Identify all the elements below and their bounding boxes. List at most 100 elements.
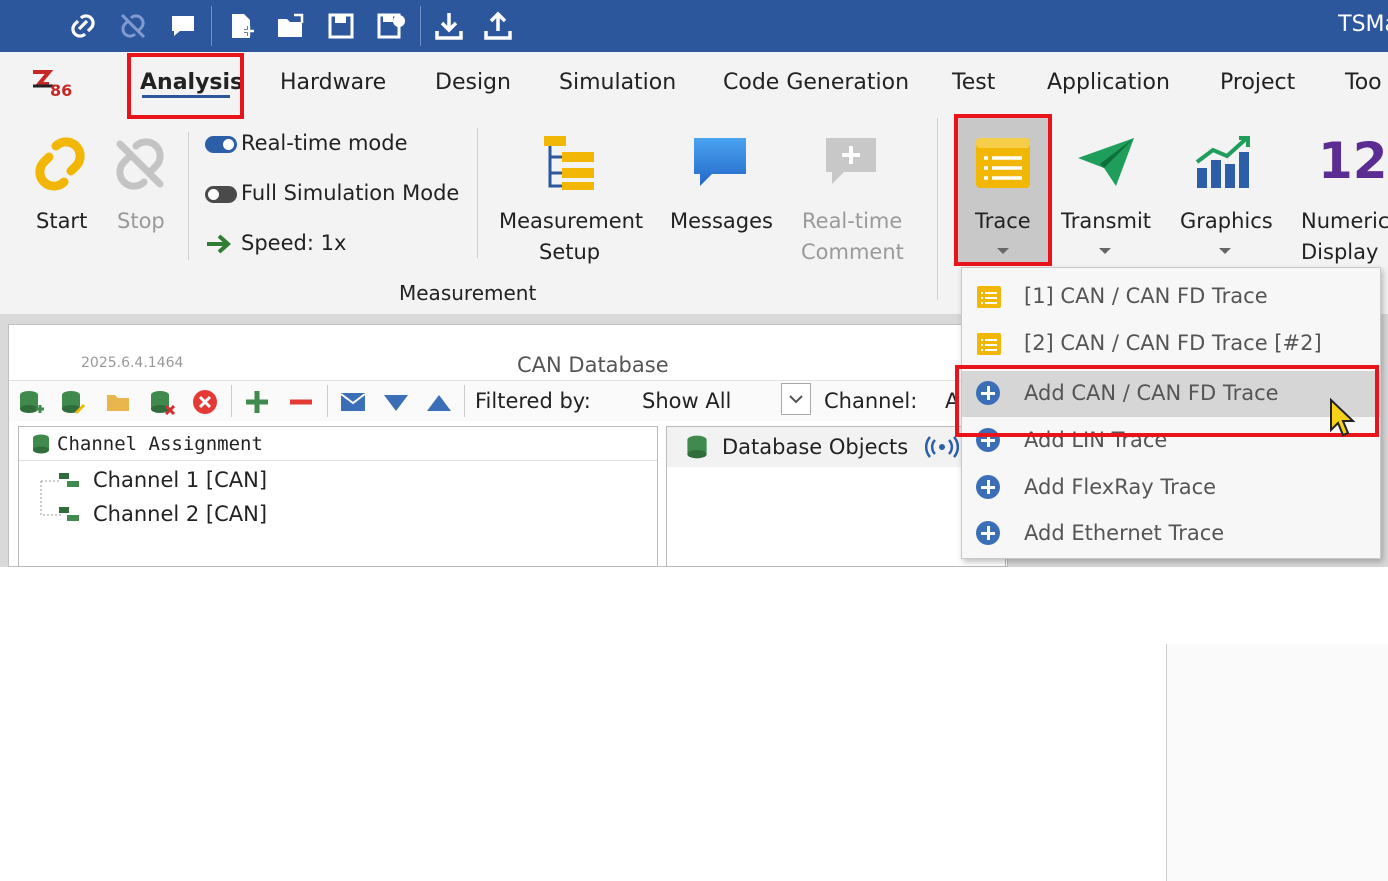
triangle-up-icon[interactable]	[426, 389, 452, 415]
link-icon[interactable]	[66, 9, 100, 43]
trace-list-icon	[977, 333, 1001, 355]
filter-select-value[interactable]: Show All	[642, 389, 731, 413]
ribbon-tabs: 86 Analysis Hardware Design Simulation C…	[0, 52, 1388, 116]
filtered-by-label: Filtered by:	[475, 389, 591, 413]
measurement-group-label: Measurement	[399, 281, 537, 305]
tab-test[interactable]: Test	[952, 70, 995, 95]
numeric-display-label-1: Numeric	[1301, 209, 1388, 233]
messages-label: Messages	[670, 209, 773, 233]
trace-button[interactable]: Trace	[958, 118, 1048, 264]
svg-text:86: 86	[50, 81, 72, 100]
triangle-down-icon[interactable]	[383, 389, 409, 415]
channel-2-label: Channel 2 [CAN]	[93, 502, 268, 526]
menu-item-add-lin-trace[interactable]: Add LIN Trace	[962, 418, 1380, 464]
messages-icon	[694, 138, 746, 186]
version-label: 2025.6.4.1464	[81, 355, 184, 371]
ribbon-separator	[937, 118, 938, 300]
menu-item-label: Add Ethernet Trace	[1024, 521, 1225, 545]
add-comment-icon	[826, 138, 876, 184]
envelope-icon[interactable]	[340, 389, 366, 415]
chevron-down-icon	[1219, 248, 1231, 254]
menu-item-can-trace-1[interactable]: [1] CAN / CAN FD Trace	[962, 274, 1380, 320]
tab-application[interactable]: Application	[1047, 70, 1170, 95]
tab-code-generation[interactable]: Code Generation	[723, 70, 909, 95]
tab-project[interactable]: Project	[1220, 70, 1295, 95]
graphics-label: Graphics	[1180, 209, 1273, 233]
folder-icon[interactable]	[105, 389, 131, 415]
numeric-display-icon: 12	[1318, 132, 1388, 190]
toggle-off-icon	[205, 186, 237, 203]
database-icon	[33, 434, 49, 454]
database-icon	[687, 435, 707, 459]
realtime-comment-label-2: Comment	[801, 240, 904, 264]
numeric-display-label-2: Display	[1301, 240, 1379, 264]
arrow-right-icon	[207, 234, 232, 254]
add-circle-icon	[976, 428, 1002, 454]
tab-tools[interactable]: Too	[1345, 70, 1382, 95]
tab-design[interactable]: Design	[435, 70, 511, 95]
add-database-icon[interactable]	[18, 389, 44, 415]
trace-icon	[976, 138, 1030, 188]
trace-label: Trace	[975, 209, 1031, 233]
menu-item-label: [2] CAN / CAN FD Trace [#2]	[1024, 331, 1322, 355]
channel-node-icon	[59, 473, 79, 487]
filter-dropdown-button[interactable]	[781, 383, 811, 415]
side-panel	[1166, 644, 1388, 881]
trace-list-icon	[977, 286, 1001, 308]
start-link-icon	[35, 137, 85, 191]
active-tab-indicator	[142, 95, 230, 98]
speed-label: Speed: 1x	[241, 231, 347, 255]
unlink-icon	[120, 13, 146, 39]
channel-1-label: Channel 1 [CAN]	[93, 468, 268, 492]
measurement-setup-label-1: Measurement	[499, 209, 644, 233]
toolbar-separator	[211, 6, 212, 46]
objects-tab-bar: Database Objects	[667, 427, 1005, 467]
mouse-cursor-icon	[1330, 398, 1356, 437]
minus-icon[interactable]	[288, 389, 314, 415]
new-file-icon[interactable]	[224, 9, 258, 43]
database-toolbar: Filtered by: Show All Channel: A	[9, 380, 1008, 421]
remove-database-icon[interactable]	[149, 389, 175, 415]
channel-assignment-panel: Channel Assignment Channel 1 [CAN] Chann…	[18, 426, 658, 567]
save-icon[interactable]	[324, 9, 358, 43]
window-title: CAN Database	[517, 353, 669, 377]
ribbon-separator	[477, 128, 478, 258]
upload-icon[interactable]	[481, 9, 515, 43]
app-title: TSMa	[1338, 12, 1388, 37]
menu-item-add-ethernet-trace[interactable]: Add Ethernet Trace	[962, 511, 1380, 557]
menu-item-add-can-trace[interactable]: Add CAN / CAN FD Trace	[962, 371, 1380, 417]
measurement-setup-icon	[544, 136, 594, 190]
channel-node-icon	[59, 507, 79, 521]
menu-item-can-trace-2[interactable]: [2] CAN / CAN FD Trace [#2]	[962, 321, 1380, 367]
broadcast-icon[interactable]	[925, 435, 959, 459]
edit-database-icon[interactable]	[60, 389, 86, 415]
toolbar-separator	[464, 385, 465, 417]
realtime-comment-label-1: Real-time	[802, 209, 903, 233]
comment-icon[interactable]	[166, 9, 200, 43]
stop-unlink-icon	[116, 138, 164, 190]
channel-assignment-header: Channel Assignment	[19, 427, 657, 461]
app-logo: 86	[33, 70, 72, 100]
menu-item-add-flexray-trace[interactable]: Add FlexRay Trace	[962, 465, 1380, 511]
plus-icon[interactable]	[244, 389, 270, 415]
bar-chart-icon	[1195, 136, 1250, 188]
channel-select-value[interactable]: A	[945, 389, 959, 413]
menu-item-label: Add LIN Trace	[1024, 428, 1168, 452]
menu-item-label: [1] CAN / CAN FD Trace	[1024, 284, 1268, 308]
chevron-down-icon	[1099, 248, 1111, 254]
transmit-label: Transmit	[1061, 209, 1152, 233]
download-icon[interactable]	[432, 9, 466, 43]
close-circle-icon[interactable]	[192, 389, 218, 415]
trace-dropdown-menu: [1] CAN / CAN FD Trace [2] CAN / CAN FD …	[961, 267, 1381, 559]
save-as-icon[interactable]	[374, 9, 408, 43]
paper-plane-icon	[1078, 138, 1134, 186]
toolbar-separator	[327, 385, 328, 417]
database-objects-tab-label: Database Objects	[722, 435, 909, 459]
start-label: Start	[36, 209, 88, 233]
channel-assignment-title: Channel Assignment	[57, 433, 263, 455]
stop-label: Stop	[117, 209, 165, 233]
open-folder-icon[interactable]	[274, 9, 308, 43]
tab-simulation[interactable]: Simulation	[559, 70, 676, 95]
tab-hardware[interactable]: Hardware	[280, 70, 386, 95]
tab-analysis[interactable]: Analysis	[140, 70, 243, 95]
